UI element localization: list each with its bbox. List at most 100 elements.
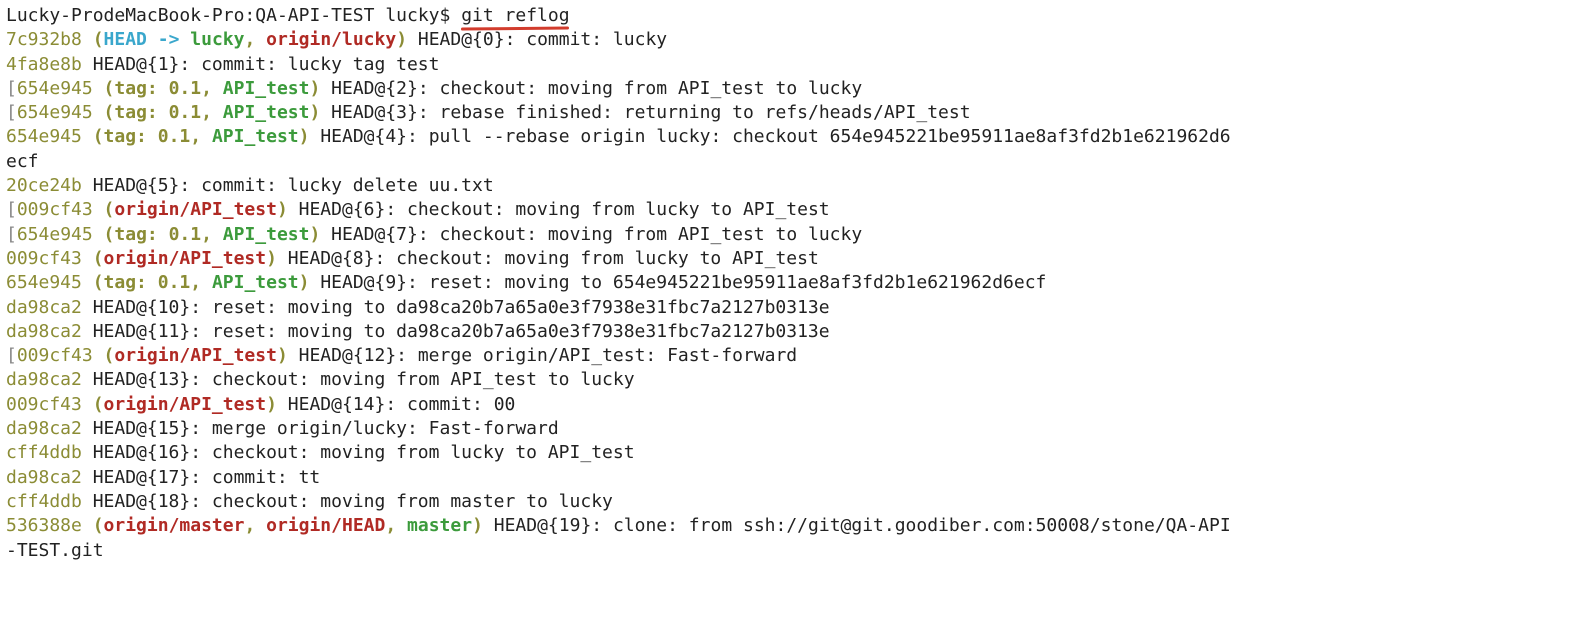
commit-hash: da98ca2: [6, 321, 82, 342]
reflog-line: [654e945 (tag: 0.1, API_test) HEAD@{7}: …: [6, 223, 1588, 247]
reflog-message: HEAD@{0}: commit: lucky: [407, 29, 667, 50]
reflog-message: HEAD@{15}: merge origin/lucky: Fast-forw…: [82, 418, 559, 439]
commit-hash: 009cf43: [6, 248, 82, 269]
reflog-message: HEAD@{1}: commit: lucky tag test: [82, 54, 440, 75]
reflog-message: HEAD@{13}: checkout: moving from API_tes…: [82, 369, 635, 390]
refs-close-paren: ): [472, 515, 483, 536]
commit-hash: 7c932b8: [6, 29, 82, 50]
commit-hash: 009cf43: [17, 199, 93, 220]
reflog-message: HEAD@{16}: checkout: moving from lucky t…: [82, 442, 635, 463]
refs-close-paren: ): [277, 345, 288, 366]
reflog-line: 654e945 (tag: 0.1, API_test) HEAD@{9}: r…: [6, 271, 1588, 295]
commit-hash: da98ca2: [6, 369, 82, 390]
commit-hash: 20ce24b: [6, 175, 82, 196]
reflog-message: HEAD@{10}: reset: moving to da98ca20b7a6…: [82, 297, 830, 318]
ref-sep: ,: [190, 126, 212, 147]
ref-remote: origin/HEAD: [266, 515, 385, 536]
ref-sep: ,: [201, 224, 223, 245]
refs-open-paren: (: [104, 345, 115, 366]
command-text[interactable]: git reflog: [461, 4, 569, 28]
commit-hash: 009cf43: [6, 394, 82, 415]
reflog-message: HEAD@{4}: pull --rebase origin lucky: ch…: [309, 126, 1230, 147]
ref-remote: origin/API_test: [104, 248, 267, 269]
ref-tag: tag: 0.1: [104, 126, 191, 147]
reflog-line: cff4ddb HEAD@{16}: checkout: moving from…: [6, 441, 1588, 465]
ref-tag: tag: 0.1: [114, 224, 201, 245]
ref-branch: API_test: [223, 78, 310, 99]
commit-hash: 654e945: [6, 272, 82, 293]
ref-tag: tag: 0.1: [114, 78, 201, 99]
refs-close-paren: ): [309, 224, 320, 245]
reflog-message: HEAD@{5}: commit: lucky delete uu.txt: [82, 175, 494, 196]
ref-tag: tag: 0.1: [104, 272, 191, 293]
prompt-sep: :: [244, 5, 255, 26]
ref-branch: master: [407, 515, 472, 536]
reflog-line: [009cf43 (origin/API_test) HEAD@{12}: me…: [6, 344, 1588, 368]
refs-close-paren: ): [299, 126, 310, 147]
reflog-line: da98ca2 HEAD@{15}: merge origin/lucky: F…: [6, 417, 1588, 441]
leading-bracket: [: [6, 224, 17, 245]
ref-remote: origin/API_test: [114, 345, 277, 366]
reflog-line: [654e945 (tag: 0.1, API_test) HEAD@{2}: …: [6, 77, 1588, 101]
ref-sep: ,: [201, 102, 223, 123]
refs-open-paren: (: [93, 248, 104, 269]
leading-bracket: [: [6, 199, 17, 220]
ref-sep: ,: [244, 29, 266, 50]
leading-bracket: [: [6, 78, 17, 99]
refs-open-paren: (: [93, 272, 104, 293]
refs-close-paren: ): [266, 394, 277, 415]
reflog-line: [009cf43 (origin/API_test) HEAD@{6}: che…: [6, 198, 1588, 222]
ref-remote: origin/lucky: [266, 29, 396, 50]
reflog-message-wrap: ecf: [6, 151, 39, 172]
ref-head: HEAD: [104, 29, 147, 50]
refs-open-paren: (: [104, 199, 115, 220]
prompt-dir: QA-API-TEST: [255, 5, 374, 26]
ref-sep: ,: [385, 515, 407, 536]
refs-close-paren: ): [277, 199, 288, 220]
refs-close-paren: ): [266, 248, 277, 269]
terminal-output: Lucky-ProdeMacBook-Pro:QA-API-TEST lucky…: [0, 0, 1594, 567]
ref-branch: API_test: [223, 224, 310, 245]
refs-open-paren: (: [93, 394, 104, 415]
reflog-message: HEAD@{12}: merge origin/API_test: Fast-f…: [288, 345, 797, 366]
ref-branch: API_test: [212, 272, 299, 293]
reflog-line: da98ca2 HEAD@{13}: checkout: moving from…: [6, 368, 1588, 392]
reflog-message: HEAD@{2}: checkout: moving from API_test…: [320, 78, 862, 99]
commit-hash: 4fa8e8b: [6, 54, 82, 75]
commit-hash: 654e945: [6, 126, 82, 147]
refs-open-paren: (: [93, 126, 104, 147]
commit-hash: 536388e: [6, 515, 82, 536]
reflog-line-wrap: -TEST.git: [6, 539, 1588, 563]
ref-branch: API_test: [212, 126, 299, 147]
reflog-message-wrap: -TEST.git: [6, 540, 104, 561]
reflog-line: da98ca2 HEAD@{17}: commit: tt: [6, 466, 1588, 490]
prompt-line[interactable]: Lucky-ProdeMacBook-Pro:QA-API-TEST lucky…: [6, 4, 1588, 28]
reflog-message: HEAD@{7}: checkout: moving from API_test…: [320, 224, 862, 245]
commit-hash: 654e945: [17, 224, 93, 245]
ref-branch: API_test: [223, 102, 310, 123]
reflog-line-wrap: ecf: [6, 150, 1588, 174]
commit-hash: 009cf43: [17, 345, 93, 366]
commit-hash: cff4ddb: [6, 442, 82, 463]
refs-close-paren: ): [309, 78, 320, 99]
refs-close-paren: ): [309, 102, 320, 123]
leading-bracket: [: [6, 345, 17, 366]
refs-close-paren: ): [299, 272, 310, 293]
reflog-message: HEAD@{17}: commit: tt: [82, 467, 320, 488]
ref-remote: origin/master: [104, 515, 245, 536]
reflog-line: da98ca2 HEAD@{11}: reset: moving to da98…: [6, 320, 1588, 344]
reflog-line: cff4ddb HEAD@{18}: checkout: moving from…: [6, 490, 1588, 514]
ref-remote: origin/API_test: [114, 199, 277, 220]
ref-sep: ,: [190, 272, 212, 293]
reflog-message: HEAD@{18}: checkout: moving from master …: [82, 491, 613, 512]
commit-hash: cff4ddb: [6, 491, 82, 512]
reflog-line: 536388e (origin/master, origin/HEAD, mas…: [6, 514, 1588, 538]
ref-branch: lucky: [190, 29, 244, 50]
refs-close-paren: ): [396, 29, 407, 50]
reflog-line: 20ce24b HEAD@{5}: commit: lucky delete u…: [6, 174, 1588, 198]
refs-open-paren: (: [93, 515, 104, 536]
commit-hash: da98ca2: [6, 297, 82, 318]
reflog-message: HEAD@{14}: commit: 00: [277, 394, 515, 415]
prompt-user: lucky$: [385, 5, 461, 26]
refs-open-paren: (: [104, 102, 115, 123]
